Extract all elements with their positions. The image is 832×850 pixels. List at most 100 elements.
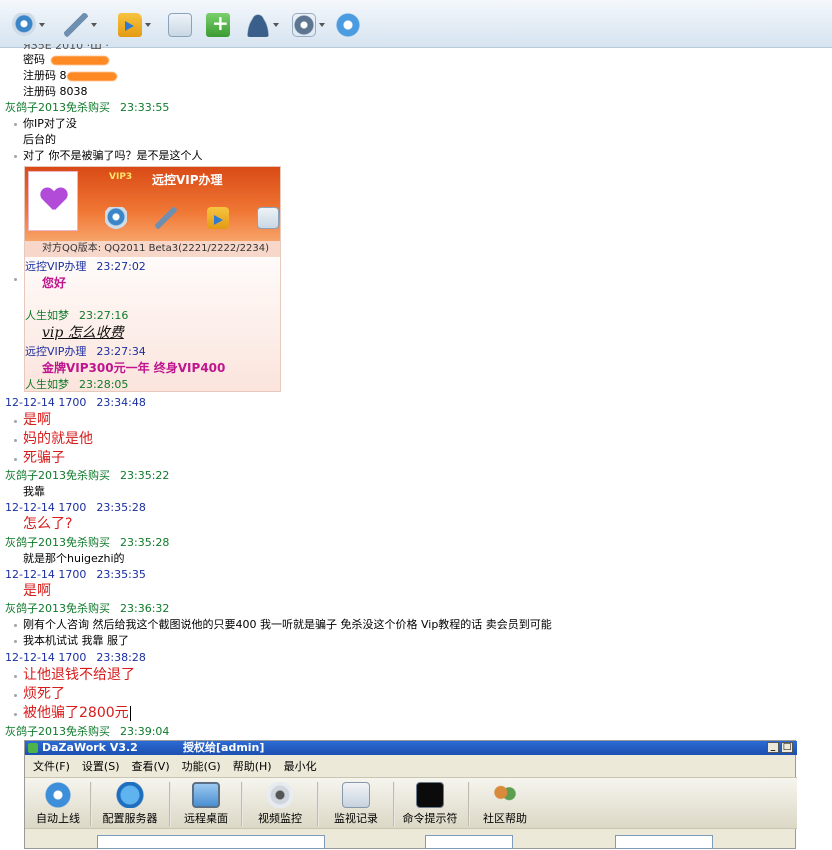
toolbar-separator [90, 782, 92, 826]
minimize-button[interactable]: _ [767, 742, 779, 753]
chat-message: 妈的就是他 [23, 431, 93, 447]
message-icon [257, 207, 279, 229]
chevron-down-icon [91, 23, 97, 27]
chat-message: vip 怎么收费 [42, 325, 124, 341]
chat-message: 金牌VIP300元一年 终身VIP400 [42, 361, 226, 375]
microphone-icon [64, 13, 88, 37]
chat-message: 您好 [42, 276, 67, 290]
chat-toolbar [0, 0, 832, 48]
chat-message: 我本机试试 我靠 服了 [23, 634, 129, 647]
app-settings-button[interactable] [292, 10, 325, 40]
command-prompt-button[interactable]: 命令提示符 [397, 780, 463, 828]
chat-message: 是啊 [23, 583, 51, 599]
bullet-icon [14, 624, 17, 627]
message-header: 灰鸽子2013免杀购买 23:36:32 [5, 602, 170, 615]
status-strip [25, 830, 797, 850]
message-header: 远控VIP办理 23:27:02 [25, 260, 146, 273]
add-contact-icon [206, 11, 230, 37]
chat-message: 死骗子 [23, 450, 65, 466]
toolbar-separator [468, 782, 470, 826]
bullet-icon [14, 713, 17, 716]
user-icon [246, 13, 270, 37]
menu-minimize[interactable]: 最小化 [280, 758, 321, 774]
online-globe-icon [44, 782, 72, 808]
folder-transfer-icon [207, 207, 229, 229]
redaction-mark [51, 55, 109, 65]
folder-transfer-icon [118, 13, 142, 37]
vip-badge: VIP3 [109, 172, 133, 182]
message-header: 12-12-14 1700 23:35:28 [5, 501, 146, 514]
microphone-icon [155, 207, 177, 229]
status-field[interactable] [615, 835, 713, 849]
community-icon [491, 782, 519, 808]
share-button[interactable] [336, 10, 360, 40]
video-monitor-button[interactable]: 视频监控 [247, 780, 313, 828]
message-header: 12-12-14 1700 23:38:28 [5, 651, 146, 664]
file-transfer-button[interactable] [118, 10, 151, 40]
message-header: 灰鸽子2013免杀购买 23:39:04 [5, 725, 170, 738]
config-server-button[interactable]: 配置服务器 [95, 780, 165, 828]
mail-icon [168, 13, 192, 37]
command-prompt-icon [416, 782, 444, 808]
auto-online-button[interactable]: 自动上线 [29, 780, 87, 828]
chat-message: 让他退钱不给退了 [23, 667, 135, 683]
settings-icon [292, 13, 316, 37]
avatar [28, 171, 78, 231]
globe-icon [116, 782, 144, 808]
peer-version-text: 对方QQ版本: QQ2011 Beta3(2221/2222/2234) [25, 241, 280, 257]
heart-icon [41, 188, 67, 212]
chat-message: 烦死了 [23, 686, 65, 702]
chat-log[interactable]: ЯЗ5Е 2010 ·Ш · 密码 注册码 8 注册码 8038 灰鸽子2013… [0, 44, 832, 740]
menu-bar: 文件(F) 设置(S) 查看(V) 功能(G) 帮助(H) 最小化 [25, 756, 797, 776]
message-header: 灰鸽子2013免杀购买 23:35:28 [5, 536, 170, 549]
message-header: 远控VIP办理 23:27:34 [25, 345, 146, 358]
toolbar-separator [317, 782, 319, 826]
toolbar-separator [393, 782, 395, 826]
chat-message: 对了 你不是被骗了吗？是不是这个人 [23, 149, 203, 162]
log-window-icon [342, 782, 370, 808]
chat-message: 就是那个huigezhi的 [23, 552, 125, 565]
chat-message-input[interactable]: 被他骗了2800元 [23, 704, 131, 722]
chat-message: 刚有个人咨询 然后给我这个截图说他的只要400 我一听就是骗子 免杀没这个价格 … [23, 618, 552, 631]
bullet-icon [14, 155, 17, 158]
redaction-mark [66, 71, 117, 81]
main-toolbar: 自动上线 配置服务器 远程桌面 视频监控 监视记录 命令提示符 社区帮助 [25, 777, 797, 829]
message-header: 人生如梦 23:28:05 [25, 378, 129, 391]
contact-info-button[interactable] [246, 10, 279, 40]
license-text: 授权给[admin] [183, 741, 265, 754]
monitor-log-button[interactable]: 监视记录 [323, 780, 389, 828]
remote-desktop-button[interactable]: 远程桌面 [175, 780, 237, 828]
chat-message: 你IP对了没 [23, 117, 77, 130]
add-contact-button[interactable] [206, 10, 230, 40]
message-header: 灰鸽子2013免杀购买 23:33:55 [5, 101, 170, 114]
monitor-icon [192, 782, 220, 808]
toolbar-separator [169, 782, 171, 826]
webcam-icon [266, 782, 294, 808]
chevron-down-icon [145, 23, 151, 27]
bullet-icon [14, 123, 17, 126]
share-icon [336, 13, 360, 37]
message-header: 12-12-14 1700 23:34:48 [5, 396, 146, 409]
embedded-chat-title: 远控VIP办理 [152, 173, 223, 187]
community-help-button[interactable]: 社区帮助 [475, 780, 535, 828]
video-button[interactable] [12, 10, 45, 40]
message-header: 灰鸽子2013免杀购买 23:35:22 [5, 469, 170, 482]
embedded-screenshot: VIP3 远控VIP办理 对方QQ版本: QQ2011 Beta3(2221/2… [24, 166, 281, 392]
chat-message: 密码 [23, 52, 109, 68]
maximize-button[interactable]: □ [781, 742, 793, 753]
menu-file[interactable]: 文件(F) [29, 758, 74, 774]
menu-function[interactable]: 功能(G) [178, 758, 225, 774]
voice-button[interactable] [64, 10, 97, 40]
status-field[interactable] [425, 835, 513, 849]
embedded-chat-header: VIP3 远控VIP办理 [25, 167, 280, 241]
menu-view[interactable]: 查看(V) [128, 758, 174, 774]
mail-button[interactable] [168, 10, 192, 40]
chevron-down-icon [273, 23, 279, 27]
text-caret [129, 705, 131, 721]
menu-settings[interactable]: 设置(S) [78, 758, 124, 774]
chat-message: 注册码 8 [23, 68, 117, 84]
status-field[interactable] [97, 835, 325, 849]
app-name: DaZaWork V3.2 [42, 741, 138, 754]
menu-help[interactable]: 帮助(H) [229, 758, 276, 774]
window-titlebar[interactable]: DaZaWork V3.2 授权给[admin] _ □ [25, 741, 797, 755]
